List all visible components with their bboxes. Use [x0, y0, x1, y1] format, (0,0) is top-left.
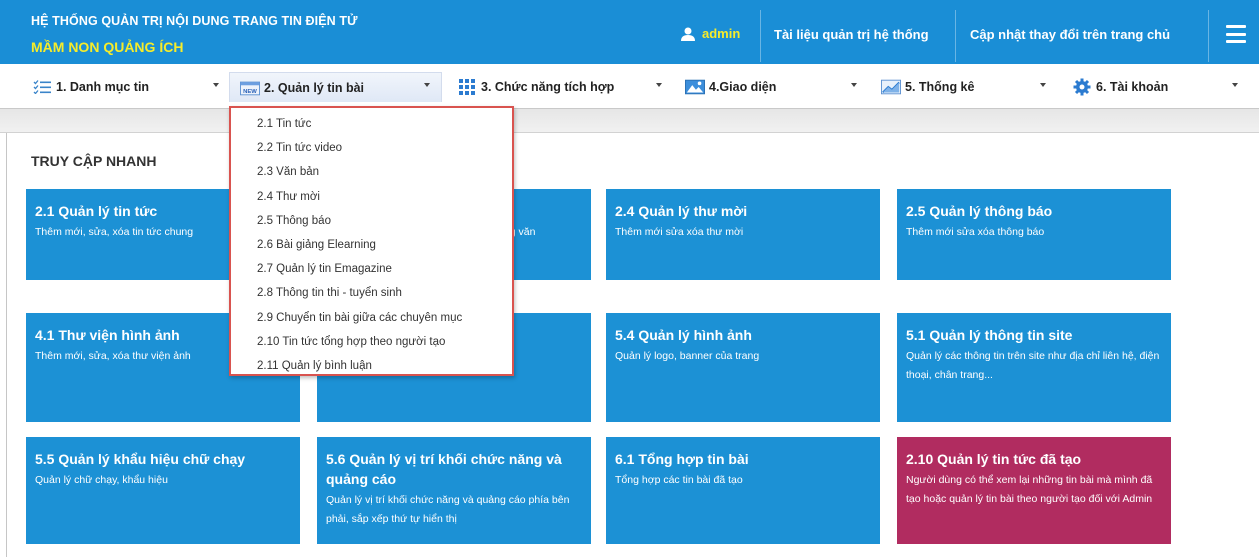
- quick-access-title: TRUY CẬP NHANH: [31, 153, 157, 169]
- new-icon: NEW: [240, 80, 260, 96]
- quick-card[interactable]: 2.4 Quản lý thư mời Thêm mới sửa xóa thư…: [606, 189, 880, 280]
- dropdown-quan-ly-tin-bai: 2.1 Tin tức 2.2 Tin tức video 2.3 Văn bả…: [229, 106, 514, 376]
- dropdown-item-chuyen-tin-bai[interactable]: 2.9 Chuyển tin bài giữa các chuyên mục: [231, 306, 512, 330]
- chevron-down-icon[interactable]: [1040, 83, 1046, 87]
- dropdown-item-emagazine[interactable]: 2.7 Quản lý tin Emagazine: [231, 257, 512, 281]
- menu-giao-dien[interactable]: 4.Giao diện: [685, 72, 776, 102]
- docs-link[interactable]: Tài liệu quản trị hệ thống: [774, 27, 929, 42]
- update-homepage-link[interactable]: Cập nhật thay đổi trên trang chủ: [970, 27, 1170, 42]
- dropdown-item-thi-tuyen-sinh[interactable]: 2.8 Thông tin thi - tuyển sinh: [231, 281, 512, 305]
- content-border: [6, 133, 7, 557]
- dropdown-item-tin-tuc-theo-nguoi-tao[interactable]: 2.10 Tin tức tổng hợp theo người tạo: [231, 330, 512, 354]
- menu-bar-bottom-strip: [0, 109, 1259, 133]
- chevron-down-icon[interactable]: [851, 83, 857, 87]
- card-desc: Thêm mới sửa xóa thông báo: [906, 226, 1045, 238]
- dropdown-item-tin-tuc[interactable]: 2.1 Tin tức: [231, 112, 512, 136]
- dropdown-item-van-ban[interactable]: 2.3 Văn bản: [231, 160, 512, 184]
- site-name[interactable]: MẦM NON QUẢNG ÍCH: [31, 39, 183, 55]
- dropdown-item-thong-bao[interactable]: 2.5 Thông báo: [231, 209, 512, 233]
- header-divider: [1208, 10, 1209, 62]
- gear-icon: [1072, 78, 1092, 96]
- menu-danh-muc-tin[interactable]: 1. Danh mục tin: [32, 72, 149, 102]
- card-title: 5.4 Quản lý hình ảnh: [615, 327, 752, 343]
- card-desc: Quản lý chữ chạy, khẩu hiệu: [35, 474, 168, 486]
- menu-label: 3. Chức năng tích hợp: [481, 80, 615, 94]
- user-menu[interactable]: admin: [680, 26, 740, 41]
- card-desc: Quản lý các thông tin trên site như địa …: [906, 350, 1160, 381]
- system-title: HỆ THỐNG QUẢN TRỊ NỘI DUNG TRANG TIN ĐIỆ…: [31, 14, 358, 28]
- quick-card[interactable]: 5.6 Quản lý vị trí khối chức năng và quả…: [317, 437, 591, 544]
- menu-label: 5. Thống kê: [905, 80, 975, 94]
- grid-icon: [457, 79, 477, 95]
- card-title: 2.10 Quản lý tin tức đã tạo: [906, 451, 1082, 467]
- menu-label: 1. Danh mục tin: [56, 80, 150, 94]
- header-divider: [760, 10, 761, 62]
- quick-card[interactable]: 5.1 Quản lý thông tin site Quản lý các t…: [897, 313, 1171, 422]
- card-desc: Thêm mới sửa xóa thư mời: [615, 226, 744, 238]
- user-icon: [681, 27, 695, 41]
- svg-text:NEW: NEW: [243, 89, 257, 95]
- quick-card[interactable]: 2.10 Quản lý tin tức đã tạo Người dùng c…: [897, 437, 1171, 544]
- chevron-down-icon[interactable]: [656, 83, 662, 87]
- dropdown-item-bai-giang-elearning[interactable]: 2.6 Bài giảng Elearning: [231, 233, 512, 257]
- card-desc: Người dùng có thể xem lại những tin bài …: [906, 474, 1153, 505]
- dropdown-item-tin-tuc-video[interactable]: 2.2 Tin tức video: [231, 136, 512, 160]
- dropdown-item-thu-moi[interactable]: 2.4 Thư mời: [231, 185, 512, 209]
- menu-thong-ke[interactable]: 5. Thống kê: [881, 72, 974, 102]
- menu-label: 6. Tài khoản: [1096, 80, 1169, 94]
- menu-quan-ly-tin-bai[interactable]: NEW 2. Quản lý tin bài: [229, 72, 442, 102]
- menu-label: 4.Giao diện: [709, 80, 777, 94]
- image-icon: [685, 79, 705, 95]
- menu-label: 2. Quản lý tin bài: [264, 80, 365, 95]
- quick-card[interactable]: 2.5 Quản lý thông báo Thêm mới sửa xóa t…: [897, 189, 1171, 280]
- card-title: 5.6 Quản lý vị trí khối chức năng và quả…: [326, 451, 562, 487]
- chevron-down-icon[interactable]: [213, 83, 219, 87]
- top-header: HỆ THỐNG QUẢN TRỊ NỘI DUNG TRANG TIN ĐIỆ…: [0, 0, 1259, 64]
- menu-tai-khoan[interactable]: 6. Tài khoản: [1072, 72, 1168, 102]
- card-title: 5.5 Quản lý khẩu hiệu chữ chạy: [35, 451, 246, 467]
- header-divider: [955, 10, 956, 62]
- quick-card[interactable]: 5.5 Quản lý khẩu hiệu chữ chạy Quản lý c…: [26, 437, 300, 544]
- hamburger-menu-icon[interactable]: [1226, 25, 1246, 43]
- quick-card[interactable]: 5.4 Quản lý hình ảnh Quản lý logo, banne…: [606, 313, 880, 422]
- dropdown-item-binh-luan[interactable]: 2.11 Quản lý bình luận: [231, 354, 512, 378]
- card-desc: Tổng hợp các tin bài đã tạo: [615, 474, 743, 486]
- card-desc: Quản lý logo, banner của trang: [615, 350, 760, 362]
- chart-icon: [881, 79, 901, 95]
- chevron-down-icon[interactable]: [1232, 83, 1238, 87]
- card-title: 2.4 Quản lý thư mời: [615, 203, 748, 219]
- list-icon: [32, 79, 52, 95]
- card-title: 2.5 Quản lý thông báo: [906, 203, 1053, 219]
- card-title: 5.1 Quản lý thông tin site: [906, 327, 1073, 343]
- quick-card[interactable]: 6.1 Tổng hợp tin bài Tổng hợp các tin bà…: [606, 437, 880, 544]
- menu-chuc-nang-tich-hop[interactable]: 3. Chức năng tích hợp: [457, 72, 614, 102]
- chevron-down-icon[interactable]: [424, 83, 430, 87]
- card-title: 6.1 Tổng hợp tin bài: [615, 451, 749, 467]
- main-menu-bar: 1. Danh mục tin NEW 2. Quản lý tin bài 3…: [0, 64, 1259, 109]
- card-desc: Quản lý vị trí khối chức năng và quảng c…: [326, 494, 570, 525]
- username: admin: [702, 26, 741, 41]
